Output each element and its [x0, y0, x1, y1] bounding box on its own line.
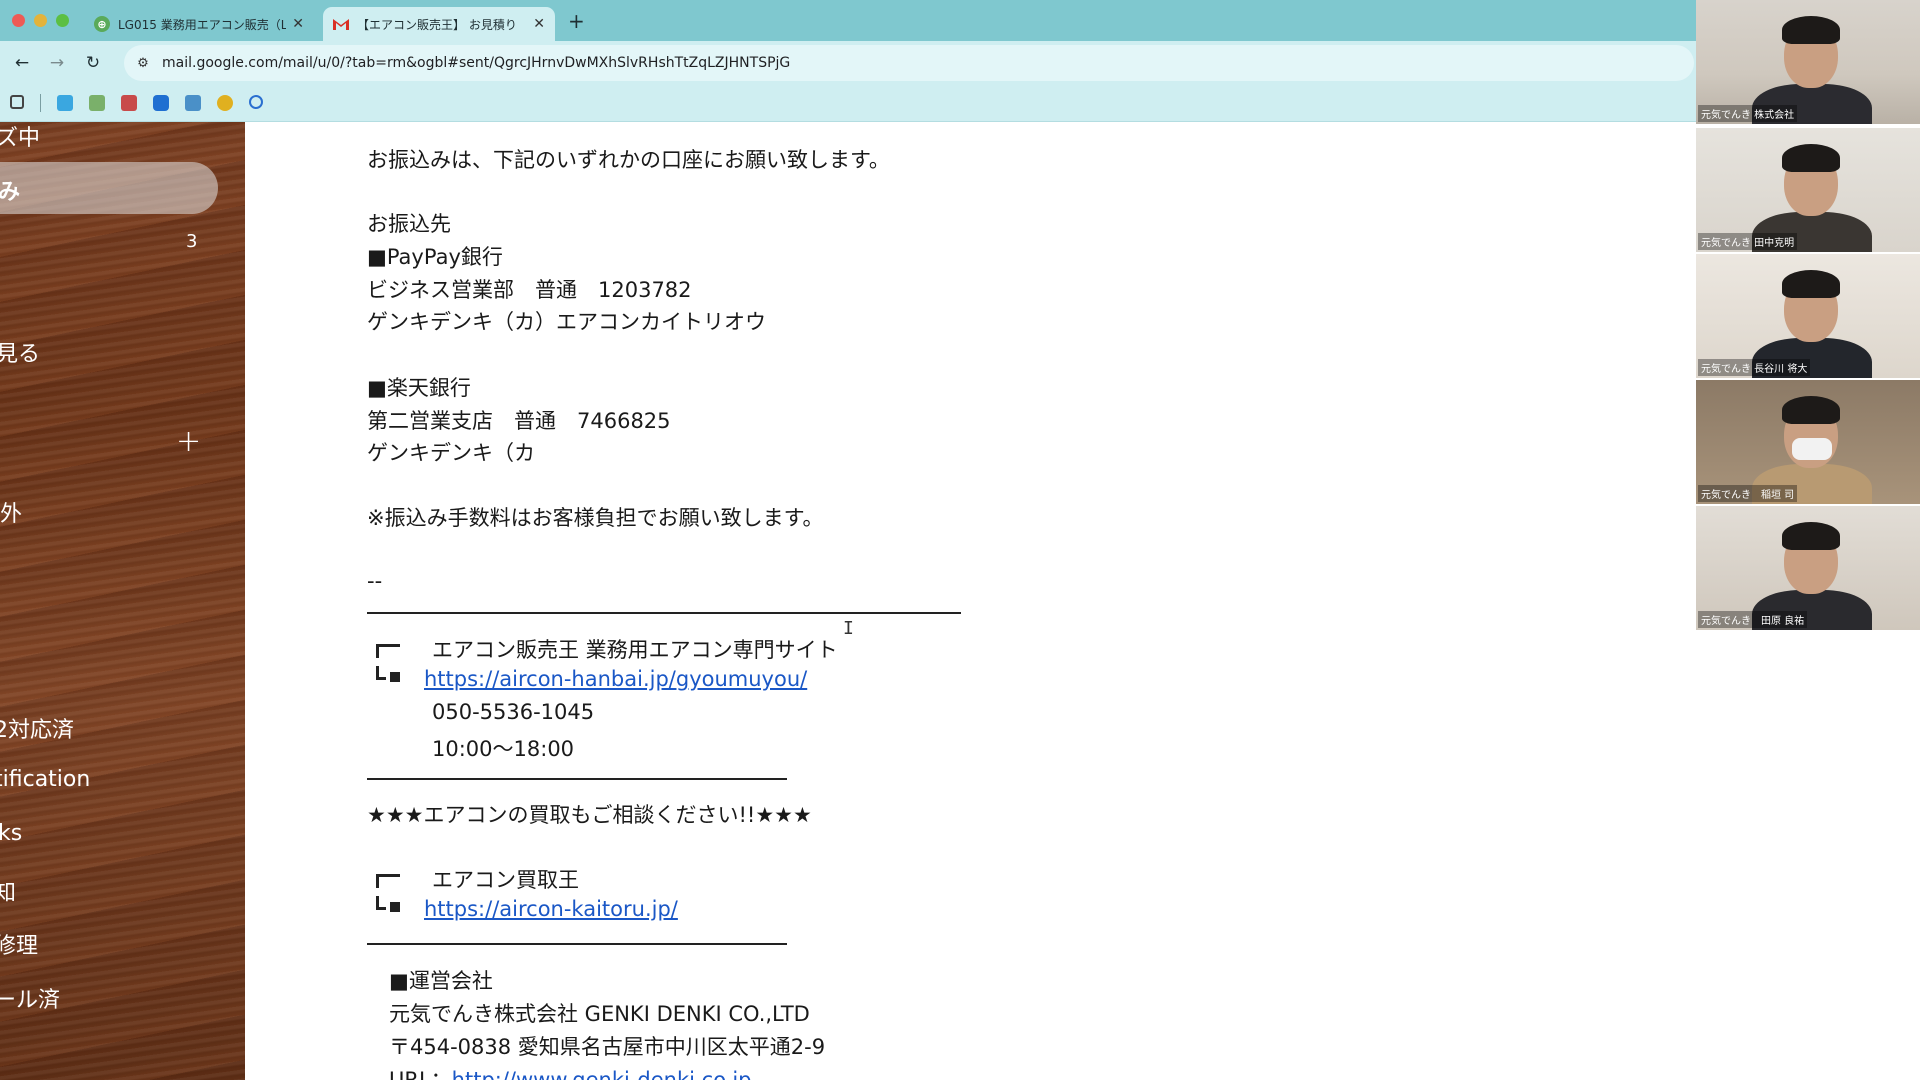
tab-lg015[interactable]: ⊕ LG015 業務用エアコン販売（L ✕: [84, 7, 314, 41]
bookmark-icon[interactable]: [57, 95, 73, 111]
tab-close-icon[interactable]: ✕: [533, 16, 545, 32]
lg-favicon-icon: ⊕: [94, 16, 110, 32]
bookmark-divider: [40, 94, 41, 112]
new-tab-button[interactable]: +: [568, 9, 585, 33]
gmail-sidebar: ズ中 み 3 見る + 外 2対応済 tification ks 知 修理 ール…: [0, 122, 245, 1080]
face-mask: [1792, 438, 1832, 460]
signature-promo: ★★★エアコンの買取もご相談ください!!★★★: [367, 803, 812, 827]
sidebar-item-more[interactable]: 見る: [0, 336, 40, 368]
body-line: ゲンキデンキ（カ）エアコンカイトリオウ: [367, 310, 766, 334]
body-line: ■楽天銀行: [367, 376, 471, 400]
sidebar-item-active-highlight[interactable]: [0, 162, 218, 214]
bookmarks-bar: [0, 85, 1696, 122]
body-line: お振込みは、下記のいずれかの口座にお願い致します。: [367, 148, 890, 172]
reload-icon[interactable]: ↻: [81, 51, 105, 75]
tab-title: LG015 業務用エアコン販売（L: [118, 17, 287, 32]
signature-separator-text: --: [367, 569, 383, 593]
bookmark-icon[interactable]: [249, 95, 263, 109]
participant-name: 元気でんき 稲垣 司: [1698, 485, 1798, 502]
participant-name: 元気でんき 長谷川 将大: [1698, 359, 1811, 376]
tab-gmail[interactable]: 【エアコン販売王】 お見積り ✕: [323, 7, 555, 41]
participant-tile[interactable]: 元気でんき 株式会社: [1696, 0, 1920, 124]
close-window-button[interactable]: [12, 14, 25, 27]
sidebar-item[interactable]: 2対応済: [0, 712, 74, 744]
participant-tile[interactable]: 元気でんき 稲垣 司: [1696, 380, 1920, 504]
back-icon[interactable]: ←: [10, 51, 34, 75]
participant-name: 元気でんき 田原 良祐: [1698, 611, 1808, 628]
browser-toolbar: ← → ↻ ⚙ mail.google.com/mail/u/0/?tab=rm…: [0, 41, 1696, 85]
sidebar-item[interactable]: 知: [0, 875, 16, 907]
text-cursor-icon: I: [843, 618, 854, 639]
bracket-icon: [376, 644, 402, 686]
minimize-window-button[interactable]: [34, 14, 47, 27]
body-line: ゲンキデンキ（カ: [367, 441, 535, 465]
company-address: 〒454-0838 愛知県名古屋市中川区太平通2-9: [389, 1035, 826, 1059]
maximize-window-button[interactable]: [56, 14, 69, 27]
sidebar-item[interactable]: ks: [0, 821, 22, 846]
bookmark-icon[interactable]: [89, 95, 105, 111]
body-line: 第二営業支店 普通 7466825: [367, 409, 671, 433]
bracket-icon: [376, 874, 402, 916]
gmail-icon: [333, 16, 349, 32]
sidebar-item-sent[interactable]: み: [0, 174, 20, 206]
sidebar-item[interactable]: 外: [0, 496, 22, 528]
participant-tile[interactable]: 元気でんき 田原 良祐: [1696, 506, 1920, 630]
bookmark-icon[interactable]: [153, 95, 169, 111]
sidebar-item[interactable]: ズ中: [0, 122, 40, 152]
create-label-icon[interactable]: +: [176, 424, 201, 459]
sidebar-item[interactable]: 修理: [0, 928, 38, 960]
tab-strip: ⊕ LG015 業務用エアコン販売（L ✕ 【エアコン販売王】 お見積り ✕ +: [0, 0, 1696, 41]
signature-buy-name: エアコン買取王: [432, 868, 579, 892]
tab-title: 【エアコン販売王】 お見積り: [357, 17, 517, 32]
signature-divider: [367, 943, 787, 945]
participant-name: 元気でんき 田中克明: [1698, 233, 1798, 250]
signature-divider: [367, 612, 961, 614]
signature-phone: 050-5536-1045: [432, 700, 595, 724]
sidebar-item[interactable]: ール済: [0, 982, 60, 1014]
bookmark-icon[interactable]: [217, 95, 233, 111]
body-line: お振込先: [367, 212, 451, 236]
signature-divider: [367, 778, 787, 780]
body-line: ※振込み手数料はお客様負担でお願い致します。: [367, 506, 824, 530]
sidebar-item[interactable]: tification: [0, 767, 90, 792]
company-url-line: URL：http://www.genki-denki.co.jp: [389, 1064, 752, 1080]
tab-close-icon[interactable]: ✕: [292, 16, 304, 32]
bookmark-icon[interactable]: [185, 95, 201, 111]
sidebar-item-count: 3: [186, 231, 198, 252]
company-name: 元気でんき株式会社 GENKI DENKI CO.,LTD: [389, 1002, 810, 1026]
signature-site-name: エアコン販売王 業務用エアコン専門サイト: [432, 638, 838, 662]
browser-chrome: ⊕ LG015 業務用エアコン販売（L ✕ 【エアコン販売王】 お見積り ✕ +…: [0, 0, 1696, 122]
participant-name: 元気でんき 株式会社: [1698, 105, 1798, 122]
video-call-panel: 元気でんき 株式会社 元気でんき 田中克明 元気でんき 長谷川 将大 元気でんき…: [1696, 0, 1920, 1080]
url-text: mail.google.com/mail/u/0/?tab=rm&ogbl#se…: [162, 55, 791, 71]
email-body: お振込みは、下記のいずれかの口座にお願い致します。 お振込先 ■PayPay銀行…: [245, 122, 1696, 1080]
participant-tile[interactable]: 元気でんき 田中克明: [1696, 128, 1920, 252]
site-settings-icon[interactable]: ⚙: [134, 54, 152, 72]
company-url-link[interactable]: http://www.genki-denki.co.jp: [452, 1068, 752, 1080]
body-line: ■PayPay銀行: [367, 245, 503, 269]
company-heading: ■運営会社: [389, 969, 493, 993]
bookmark-icon[interactable]: [121, 95, 137, 111]
apps-grid-icon[interactable]: [10, 95, 24, 109]
company-url-label: URL：: [389, 1068, 452, 1080]
participant-tile[interactable]: 元気でんき 長谷川 将大: [1696, 254, 1920, 378]
signature-site-link[interactable]: https://aircon-hanbai.jp/gyoumuyou/: [424, 667, 807, 691]
signature-hours: 10:00〜18:00: [432, 737, 575, 761]
forward-icon[interactable]: →: [45, 51, 69, 75]
address-bar[interactable]: ⚙ mail.google.com/mail/u/0/?tab=rm&ogbl#…: [124, 45, 1694, 81]
signature-buy-link[interactable]: https://aircon-kaitoru.jp/: [424, 897, 678, 921]
body-line: ビジネス営業部 普通 1203782: [367, 278, 692, 302]
